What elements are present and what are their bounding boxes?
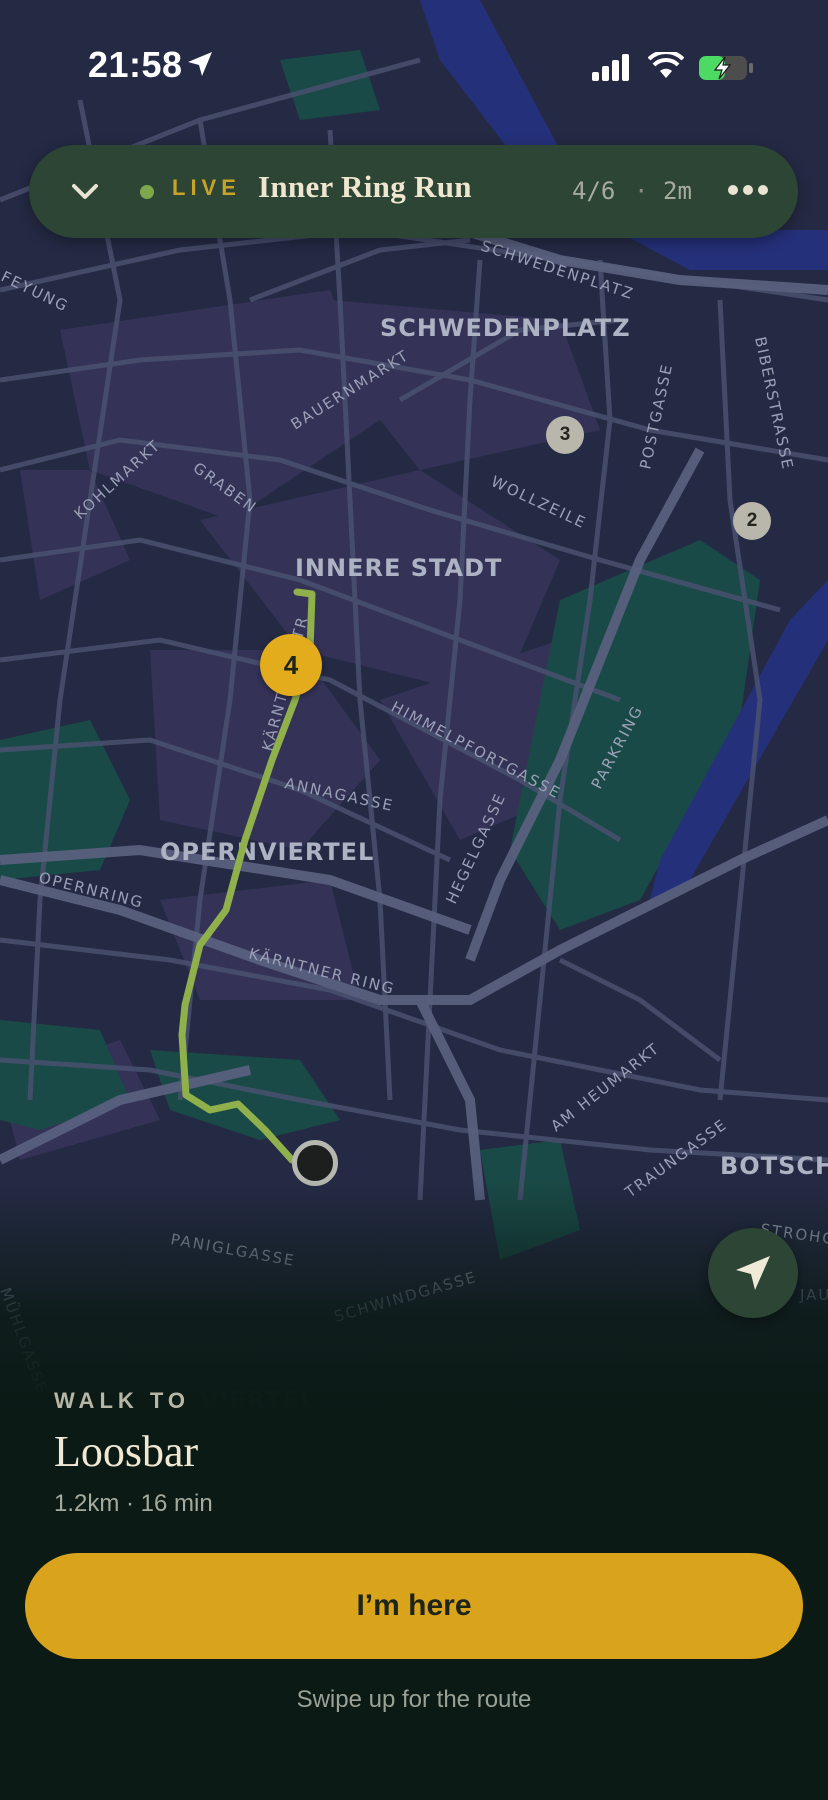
stop-progress: 4/6 [572, 177, 616, 205]
walk-to-eyebrow: WALK TO [54, 1388, 191, 1413]
status-bar: 21:58 [0, 0, 828, 130]
navigation-arrow-icon [736, 1256, 770, 1290]
location-arrow-icon [188, 52, 212, 76]
destination-name: Loosbar [54, 1427, 199, 1476]
clock-time: 21:58 [88, 44, 183, 85]
im-here-label: I’m here [356, 1589, 472, 1622]
im-here-button[interactable]: I’m here [25, 1553, 803, 1659]
recenter-location-button[interactable] [708, 1228, 798, 1318]
live-run-bar[interactable]: LIVE Inner Ring Run 4/6 · 2m [29, 145, 798, 238]
swipe-hint: Swipe up for the route [296, 1686, 532, 1713]
svg-text:INNERE STADT: INNERE STADT [295, 554, 502, 582]
live-label: LIVE [172, 175, 241, 200]
signal-icon [592, 54, 629, 81]
stop-marker-2[interactable]: 2 [733, 502, 771, 540]
chevron-down-icon[interactable] [69, 177, 101, 205]
svg-text:SCHWEDENPLATZ: SCHWEDENPLATZ [380, 314, 631, 342]
stop-marker-3[interactable]: 3 [546, 416, 584, 454]
stop-marker-4-current[interactable]: 4 [260, 634, 322, 696]
live-indicator-dot [140, 185, 154, 199]
elapsed-time: 2m [663, 177, 692, 205]
distance-duration: 1.2km · 16 min [54, 1490, 213, 1517]
battery-charging-icon [699, 56, 753, 80]
svg-text:BOTSCHA: BOTSCHA [720, 1152, 828, 1180]
progress-separator: · [634, 177, 649, 205]
run-title: Inner Ring Run [258, 169, 472, 204]
svg-text:OPERNVIERTEL: OPERNVIERTEL [160, 838, 374, 866]
more-dots-icon[interactable] [723, 175, 773, 205]
wifi-icon [648, 52, 684, 78]
